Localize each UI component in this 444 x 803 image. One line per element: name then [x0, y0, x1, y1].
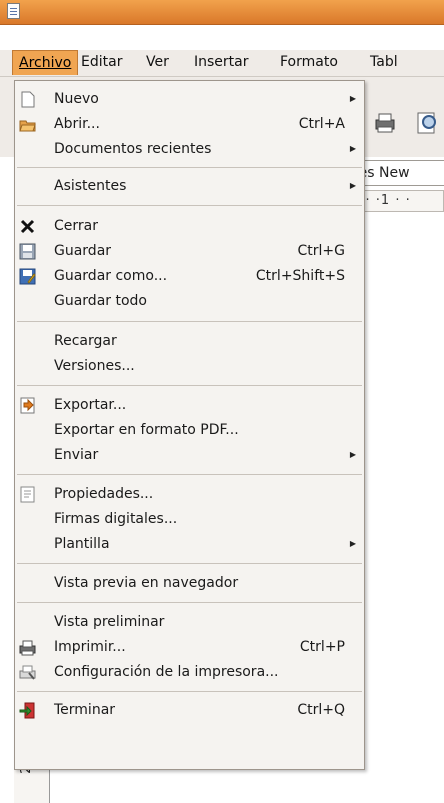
menu-item-shortcut: Ctrl+G: [297, 243, 346, 259]
menu-item-propiedades[interactable]: Propiedades...: [15, 482, 364, 506]
file-menu-dropdown: Nuevo ▶ Abrir... Ctrl+A Documentos recie…: [14, 80, 365, 770]
menu-separator: [17, 321, 362, 322]
page-preview-toolbar-icon[interactable]: [414, 109, 440, 135]
menu-item-cerrar[interactable]: Cerrar: [15, 214, 364, 238]
menu-archivo-label: Archivo: [19, 55, 72, 71]
menu-insertar-label: Insertar: [194, 54, 249, 70]
menu-item-shortcut: Ctrl+Q: [297, 702, 345, 718]
print-toolbar-icon[interactable]: [372, 109, 398, 135]
menu-item-firmas-digitales[interactable]: Firmas digitales...: [15, 507, 364, 531]
writer-document-icon: [7, 3, 20, 19]
exit-icon: [19, 702, 35, 719]
menu-item-terminar[interactable]: Terminar Ctrl+Q: [15, 698, 364, 722]
menu-item-label: Exportar en formato PDF...: [54, 422, 239, 438]
save-as-icon: [19, 268, 36, 285]
menu-item-label: Propiedades...: [54, 486, 154, 502]
menu-item-shortcut: Ctrl+Shift+S: [255, 268, 345, 284]
menu-item-nuevo[interactable]: Nuevo ▶: [15, 87, 364, 111]
menu-ver-label: Ver: [146, 54, 169, 70]
menu-item-label: Abrir...: [54, 116, 100, 132]
submenu-arrow-icon: ▶: [349, 450, 356, 459]
menu-item-guardar[interactable]: Guardar Ctrl+G: [15, 239, 364, 263]
printer-icon: [19, 640, 36, 656]
menu-item-label: Guardar como...: [54, 268, 168, 284]
menu-item-label: Asistentes: [54, 178, 127, 194]
menu-item-abrir[interactable]: Abrir... Ctrl+A: [15, 112, 364, 136]
menu-item-label: Documentos recientes: [54, 141, 212, 157]
menu-item-label: Versiones...: [54, 358, 135, 374]
menu-item-documentos-recientes[interactable]: Documentos recientes ▶: [15, 137, 364, 161]
menu-item-recargar[interactable]: Recargar: [15, 329, 364, 353]
menu-separator: [17, 691, 362, 692]
submenu-arrow-icon: ▶: [349, 181, 356, 190]
menu-item-imprimir[interactable]: Imprimir... Ctrl+P: [15, 635, 364, 659]
menu-insertar[interactable]: Insertar: [188, 50, 255, 75]
menu-separator: [17, 602, 362, 603]
submenu-arrow-icon: ▶: [349, 539, 356, 548]
export-icon: [20, 397, 35, 414]
menu-archivo[interactable]: Archivo: [12, 50, 79, 75]
menu-tabla-label: Tabl: [370, 54, 398, 70]
menu-item-vista-preliminar[interactable]: Vista preliminar: [15, 610, 364, 634]
menu-item-versiones[interactable]: Versiones...: [15, 354, 364, 378]
menu-item-label: Vista previa en navegador: [54, 575, 239, 591]
printer-setup-icon: [19, 665, 36, 680]
menu-item-label: Configuración de la impresora...: [54, 664, 279, 680]
menu-separator: [17, 474, 362, 475]
menu-item-label: Enviar: [54, 447, 99, 463]
menu-item-label: Imprimir...: [54, 639, 126, 655]
menu-item-label: Firmas digitales...: [54, 511, 178, 527]
menu-editar[interactable]: Editar: [75, 50, 128, 75]
submenu-arrow-icon: ▶: [349, 144, 356, 153]
menu-item-guardar-como[interactable]: Guardar como... Ctrl+Shift+S: [15, 264, 364, 288]
submenu-arrow-icon: ▶: [349, 94, 356, 103]
menu-item-plantilla[interactable]: Plantilla ▶: [15, 532, 364, 556]
menu-tabla[interactable]: Tabl: [364, 50, 404, 75]
menu-item-shortcut: Ctrl+P: [299, 639, 345, 655]
menu-item-asistentes[interactable]: Asistentes ▶: [15, 174, 364, 198]
menu-formato-label: Formato: [280, 54, 338, 70]
menu-formato[interactable]: Formato: [274, 50, 344, 75]
menu-item-label: Recargar: [54, 333, 117, 349]
menu-item-label: Nuevo: [54, 91, 99, 107]
save-icon: [19, 243, 36, 260]
menu-item-label: Vista preliminar: [54, 614, 165, 630]
menu-item-guardar-todo[interactable]: Guardar todo: [15, 289, 364, 313]
menu-item-enviar[interactable]: Enviar ▶: [15, 443, 364, 467]
menu-item-label: Plantilla: [54, 536, 110, 552]
menu-item-shortcut: Ctrl+A: [298, 116, 345, 132]
menu-item-label: Cerrar: [54, 218, 98, 234]
menu-separator: [17, 385, 362, 386]
menu-item-exportar[interactable]: Exportar...: [15, 393, 364, 417]
menu-separator: [17, 167, 362, 168]
open-folder-icon: [19, 120, 36, 132]
window-titlebar: [0, 0, 444, 25]
menu-separator: [17, 205, 362, 206]
menu-separator: [17, 563, 362, 564]
menu-item-label: Exportar...: [54, 397, 127, 413]
menu-item-label: Terminar: [54, 702, 116, 718]
menu-item-label: Guardar todo: [54, 293, 147, 309]
menu-item-configuracion-impresora[interactable]: Configuración de la impresora...: [15, 660, 364, 684]
menu-editar-label: Editar: [81, 54, 123, 70]
menubar: Archivo Editar Ver Insertar Formato Tabl: [0, 50, 444, 77]
menu-ver[interactable]: Ver: [140, 50, 175, 75]
menu-item-label: Guardar: [54, 243, 112, 259]
menu-item-vista-previa-navegador[interactable]: Vista previa en navegador: [15, 571, 364, 595]
new-document-icon: [21, 91, 35, 108]
properties-icon: [20, 486, 35, 503]
close-x-icon: [20, 219, 35, 234]
menu-item-exportar-pdf[interactable]: Exportar en formato PDF...: [15, 418, 364, 442]
